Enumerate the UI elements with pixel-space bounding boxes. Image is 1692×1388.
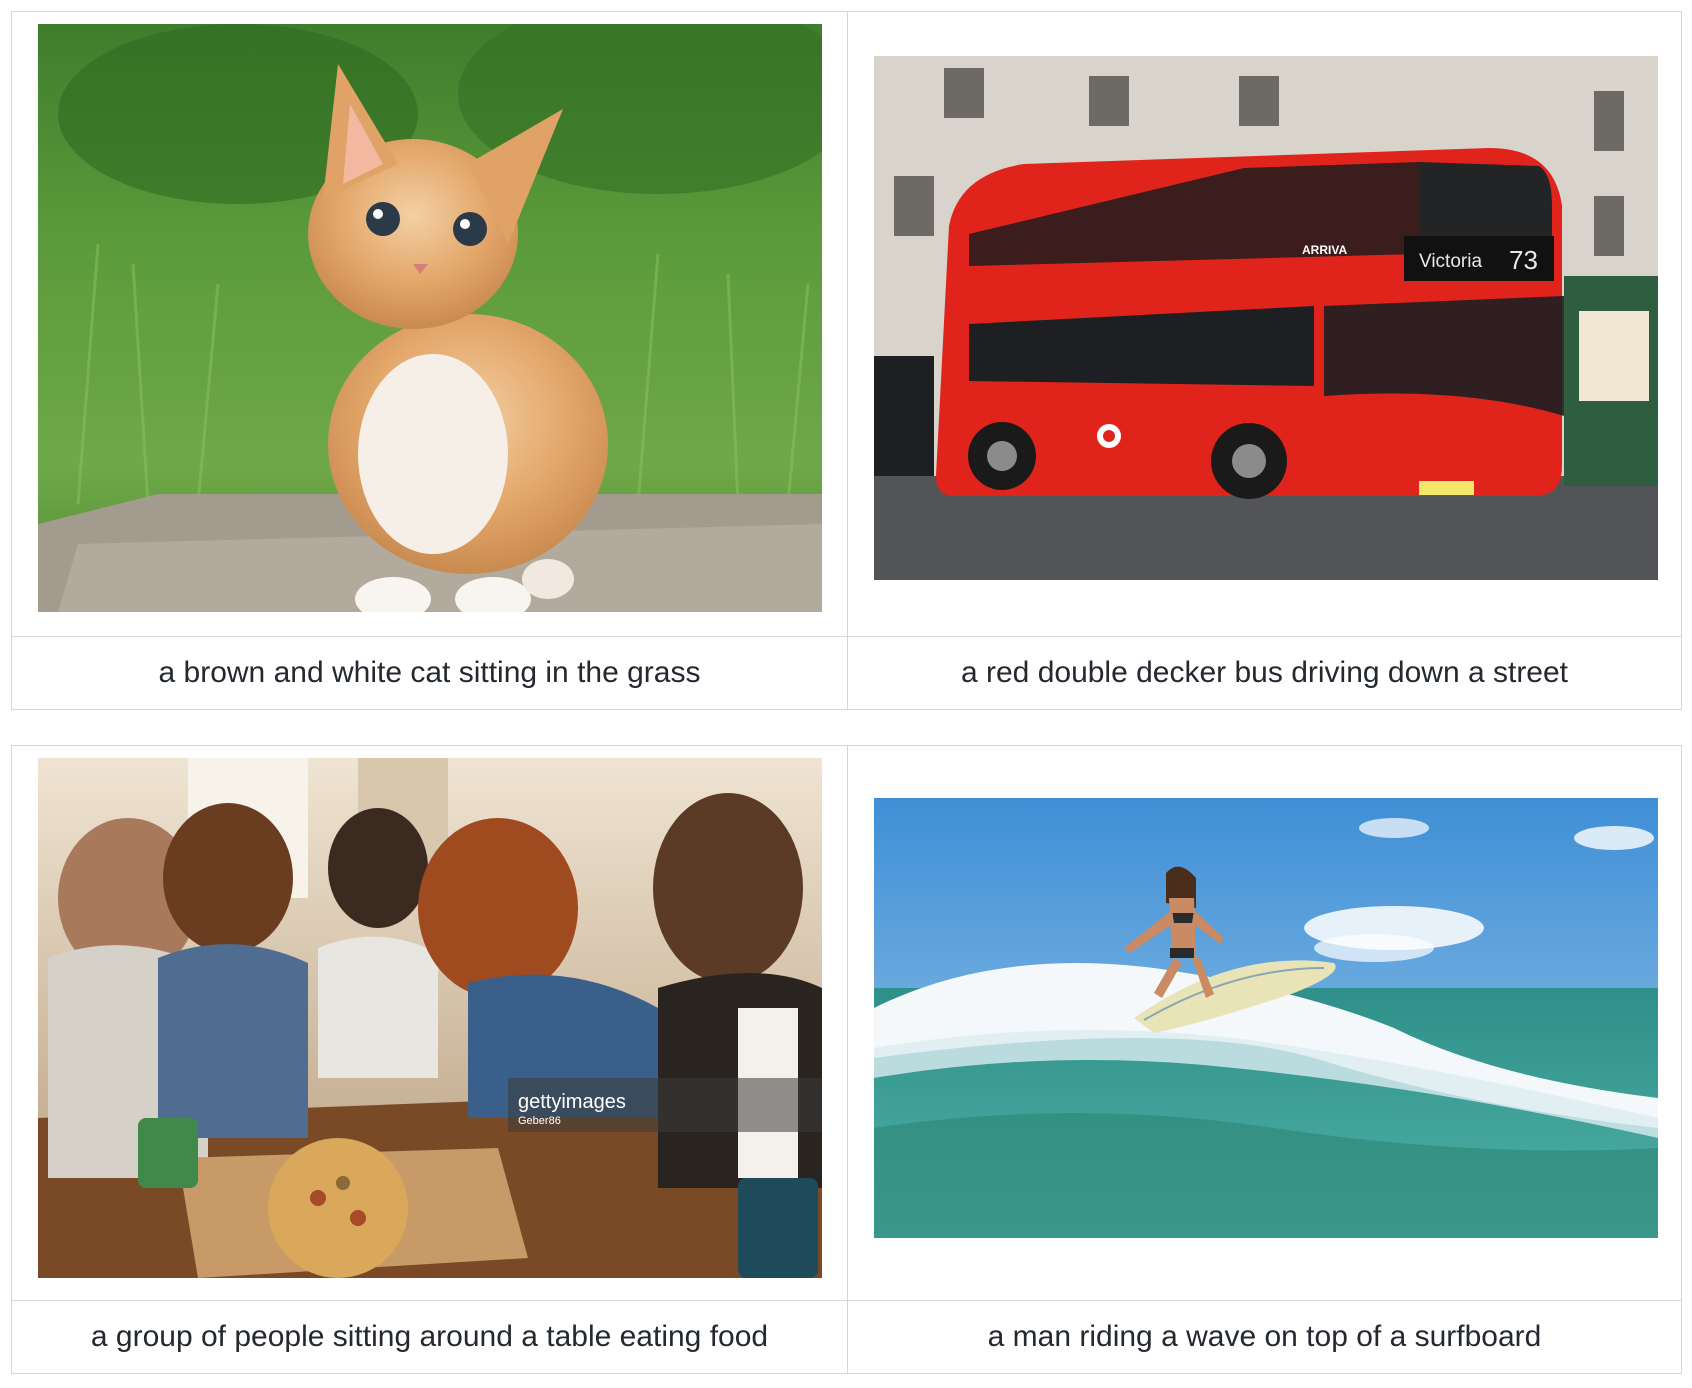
caption-bus: a red double decker bus driving down a s… xyxy=(847,636,1682,710)
image-cell-surf xyxy=(847,745,1682,1301)
watermark-credit: Geber86 xyxy=(518,1115,561,1127)
kitten-photo xyxy=(38,24,822,612)
bus-photo: Victoria 73 ARRIVA xyxy=(874,56,1658,580)
watermark-brand: gettyimages xyxy=(518,1091,626,1113)
bus-operator-logo: ARRIVA xyxy=(1302,243,1347,257)
caption-surf: a man riding a wave on top of a surfboar… xyxy=(847,1300,1682,1374)
image-cell-bus: Victoria 73 ARRIVA xyxy=(847,11,1682,637)
caption-grid-bottom: gettyimages Geber86 a group of people si… xyxy=(11,745,1682,1374)
bus-route-number: 73 xyxy=(1509,245,1538,275)
caption-grid-top: Victoria 73 ARRIVA a brown and white cat… xyxy=(11,11,1682,710)
people-eating-photo: gettyimages Geber86 xyxy=(38,758,822,1278)
image-cell-cat xyxy=(11,11,848,637)
caption-cat: a brown and white cat sitting in the gra… xyxy=(11,636,848,710)
image-cell-food: gettyimages Geber86 xyxy=(11,745,848,1301)
bus-destination-text: Victoria xyxy=(1419,251,1482,272)
surfer-photo xyxy=(874,798,1658,1238)
caption-people: a group of people sitting around a table… xyxy=(11,1300,848,1374)
